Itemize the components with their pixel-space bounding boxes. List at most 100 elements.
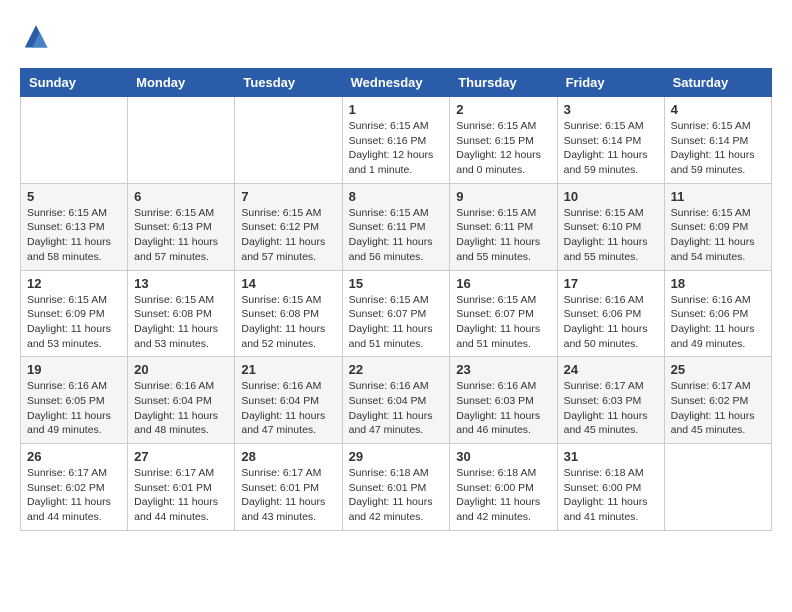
day-info: Sunrise: 6:15 AM Sunset: 6:12 PM Dayligh… (241, 206, 335, 265)
calendar-table: SundayMondayTuesdayWednesdayThursdayFrid… (20, 68, 772, 531)
day-number: 26 (27, 449, 121, 464)
day-number: 30 (456, 449, 550, 464)
day-info: Sunrise: 6:16 AM Sunset: 6:06 PM Dayligh… (564, 293, 658, 352)
calendar-cell: 26Sunrise: 6:17 AM Sunset: 6:02 PM Dayli… (21, 444, 128, 531)
day-number: 12 (27, 276, 121, 291)
day-info: Sunrise: 6:18 AM Sunset: 6:00 PM Dayligh… (456, 466, 550, 525)
day-info: Sunrise: 6:15 AM Sunset: 6:11 PM Dayligh… (349, 206, 444, 265)
calendar-cell: 13 Sunrise: 6:15 AM Sunset: 6:08 PM Dayli… (128, 270, 235, 357)
calendar-week-row: 19 Sunrise: 6:16 AM Sunset: 6:05 PM Dayli… (21, 357, 772, 444)
calendar-cell: 28 Sunrise: 6:17 AM Sunset: 6:01 PM Dayli… (235, 444, 342, 531)
day-number: 14 (241, 276, 335, 291)
calendar-header-thursday: Thursday (450, 69, 557, 97)
calendar-cell: 31Sunrise: 6:18 AM Sunset: 6:00 PM Dayli… (557, 444, 664, 531)
calendar-cell: 10 Sunrise: 6:15 AM Sunset: 6:10 PM Dayli… (557, 183, 664, 270)
day-number: 5 (27, 189, 121, 204)
calendar-week-row: 12Sunrise: 6:15 AM Sunset: 6:09 PM Dayli… (21, 270, 772, 357)
day-number: 13 (134, 276, 228, 291)
calendar-cell: 30 Sunrise: 6:18 AM Sunset: 6:00 PM Dayli… (450, 444, 557, 531)
day-number: 2 (456, 102, 550, 117)
day-number: 24 (564, 362, 658, 377)
calendar-cell: 14 Sunrise: 6:15 AM Sunset: 6:08 PM Dayli… (235, 270, 342, 357)
day-info: Sunrise: 6:15 AM Sunset: 6:07 PM Dayligh… (456, 293, 550, 352)
calendar-cell (664, 444, 771, 531)
calendar-header-sunday: Sunday (21, 69, 128, 97)
day-number: 20 (134, 362, 228, 377)
day-info: Sunrise: 6:17 AM Sunset: 6:03 PM Dayligh… (564, 379, 658, 438)
day-info: Sunrise: 6:15 AM Sunset: 6:14 PM Dayligh… (671, 119, 765, 178)
calendar-cell: 4 Sunrise: 6:15 AM Sunset: 6:14 PM Daylig… (664, 97, 771, 184)
day-info: Sunrise: 6:17 AM Sunset: 6:02 PM Dayligh… (671, 379, 765, 438)
day-number: 21 (241, 362, 335, 377)
calendar-cell: 8 Sunrise: 6:15 AM Sunset: 6:11 PM Daylig… (342, 183, 450, 270)
calendar-header-tuesday: Tuesday (235, 69, 342, 97)
day-number: 16 (456, 276, 550, 291)
day-number: 18 (671, 276, 765, 291)
calendar-cell: 9Sunrise: 6:15 AM Sunset: 6:11 PM Daylig… (450, 183, 557, 270)
calendar-cell: 16 Sunrise: 6:15 AM Sunset: 6:07 PM Dayli… (450, 270, 557, 357)
day-number: 17 (564, 276, 658, 291)
calendar-header-wednesday: Wednesday (342, 69, 450, 97)
calendar-week-row: 5 Sunrise: 6:15 AM Sunset: 6:13 PM Daylig… (21, 183, 772, 270)
day-number: 25 (671, 362, 765, 377)
day-number: 27 (134, 449, 228, 464)
day-number: 6 (134, 189, 228, 204)
calendar-header-row: SundayMondayTuesdayWednesdayThursdayFrid… (21, 69, 772, 97)
calendar-cell: 25 Sunrise: 6:17 AM Sunset: 6:02 PM Dayli… (664, 357, 771, 444)
calendar-cell: 3Sunrise: 6:15 AM Sunset: 6:14 PM Daylig… (557, 97, 664, 184)
day-info: Sunrise: 6:15 AM Sunset: 6:07 PM Dayligh… (349, 293, 444, 352)
day-info: Sunrise: 6:16 AM Sunset: 6:05 PM Dayligh… (27, 379, 121, 438)
day-number: 29 (349, 449, 444, 464)
calendar-cell: 11Sunrise: 6:15 AM Sunset: 6:09 PM Dayli… (664, 183, 771, 270)
calendar-cell: 21Sunrise: 6:16 AM Sunset: 6:04 PM Dayli… (235, 357, 342, 444)
day-info: Sunrise: 6:15 AM Sunset: 6:08 PM Dayligh… (241, 293, 335, 352)
day-info: Sunrise: 6:16 AM Sunset: 6:06 PM Dayligh… (671, 293, 765, 352)
calendar-cell: 12Sunrise: 6:15 AM Sunset: 6:09 PM Dayli… (21, 270, 128, 357)
day-number: 8 (349, 189, 444, 204)
calendar-cell: 2 Sunrise: 6:15 AM Sunset: 6:15 PM Daylig… (450, 97, 557, 184)
calendar-cell: 7 Sunrise: 6:15 AM Sunset: 6:12 PM Daylig… (235, 183, 342, 270)
day-info: Sunrise: 6:15 AM Sunset: 6:16 PM Dayligh… (349, 119, 444, 178)
day-info: Sunrise: 6:16 AM Sunset: 6:03 PM Dayligh… (456, 379, 550, 438)
day-info: Sunrise: 6:17 AM Sunset: 6:01 PM Dayligh… (241, 466, 335, 525)
day-info: Sunrise: 6:16 AM Sunset: 6:04 PM Dayligh… (134, 379, 228, 438)
day-number: 22 (349, 362, 444, 377)
calendar-cell: 27 Sunrise: 6:17 AM Sunset: 6:01 PM Dayli… (128, 444, 235, 531)
calendar-cell: 22 Sunrise: 6:16 AM Sunset: 6:04 PM Dayli… (342, 357, 450, 444)
day-number: 23 (456, 362, 550, 377)
page-header (20, 20, 772, 52)
day-info: Sunrise: 6:15 AM Sunset: 6:08 PM Dayligh… (134, 293, 228, 352)
calendar-cell: 1 Sunrise: 6:15 AM Sunset: 6:16 PM Daylig… (342, 97, 450, 184)
day-info: Sunrise: 6:15 AM Sunset: 6:15 PM Dayligh… (456, 119, 550, 178)
calendar-header-monday: Monday (128, 69, 235, 97)
day-number: 10 (564, 189, 658, 204)
calendar-cell (235, 97, 342, 184)
day-info: Sunrise: 6:15 AM Sunset: 6:13 PM Dayligh… (134, 206, 228, 265)
calendar-week-row: 26Sunrise: 6:17 AM Sunset: 6:02 PM Dayli… (21, 444, 772, 531)
day-number: 7 (241, 189, 335, 204)
day-info: Sunrise: 6:15 AM Sunset: 6:13 PM Dayligh… (27, 206, 121, 265)
calendar-cell (21, 97, 128, 184)
day-info: Sunrise: 6:15 AM Sunset: 6:10 PM Dayligh… (564, 206, 658, 265)
day-number: 1 (349, 102, 444, 117)
day-number: 4 (671, 102, 765, 117)
day-number: 15 (349, 276, 444, 291)
day-info: Sunrise: 6:18 AM Sunset: 6:01 PM Dayligh… (349, 466, 444, 525)
calendar-cell: 6 Sunrise: 6:15 AM Sunset: 6:13 PM Daylig… (128, 183, 235, 270)
day-number: 19 (27, 362, 121, 377)
calendar-cell: 29 Sunrise: 6:18 AM Sunset: 6:01 PM Dayli… (342, 444, 450, 531)
calendar-cell: 23 Sunrise: 6:16 AM Sunset: 6:03 PM Dayli… (450, 357, 557, 444)
calendar-cell: 18 Sunrise: 6:16 AM Sunset: 6:06 PM Dayli… (664, 270, 771, 357)
day-number: 31 (564, 449, 658, 464)
calendar-week-row: 1 Sunrise: 6:15 AM Sunset: 6:16 PM Daylig… (21, 97, 772, 184)
logo-icon (20, 20, 52, 52)
day-number: 11 (671, 189, 765, 204)
day-info: Sunrise: 6:16 AM Sunset: 6:04 PM Dayligh… (349, 379, 444, 438)
day-number: 9 (456, 189, 550, 204)
day-info: Sunrise: 6:17 AM Sunset: 6:01 PM Dayligh… (134, 466, 228, 525)
calendar-header-saturday: Saturday (664, 69, 771, 97)
day-number: 3 (564, 102, 658, 117)
day-number: 28 (241, 449, 335, 464)
calendar-cell (128, 97, 235, 184)
calendar-cell: 20 Sunrise: 6:16 AM Sunset: 6:04 PM Dayli… (128, 357, 235, 444)
